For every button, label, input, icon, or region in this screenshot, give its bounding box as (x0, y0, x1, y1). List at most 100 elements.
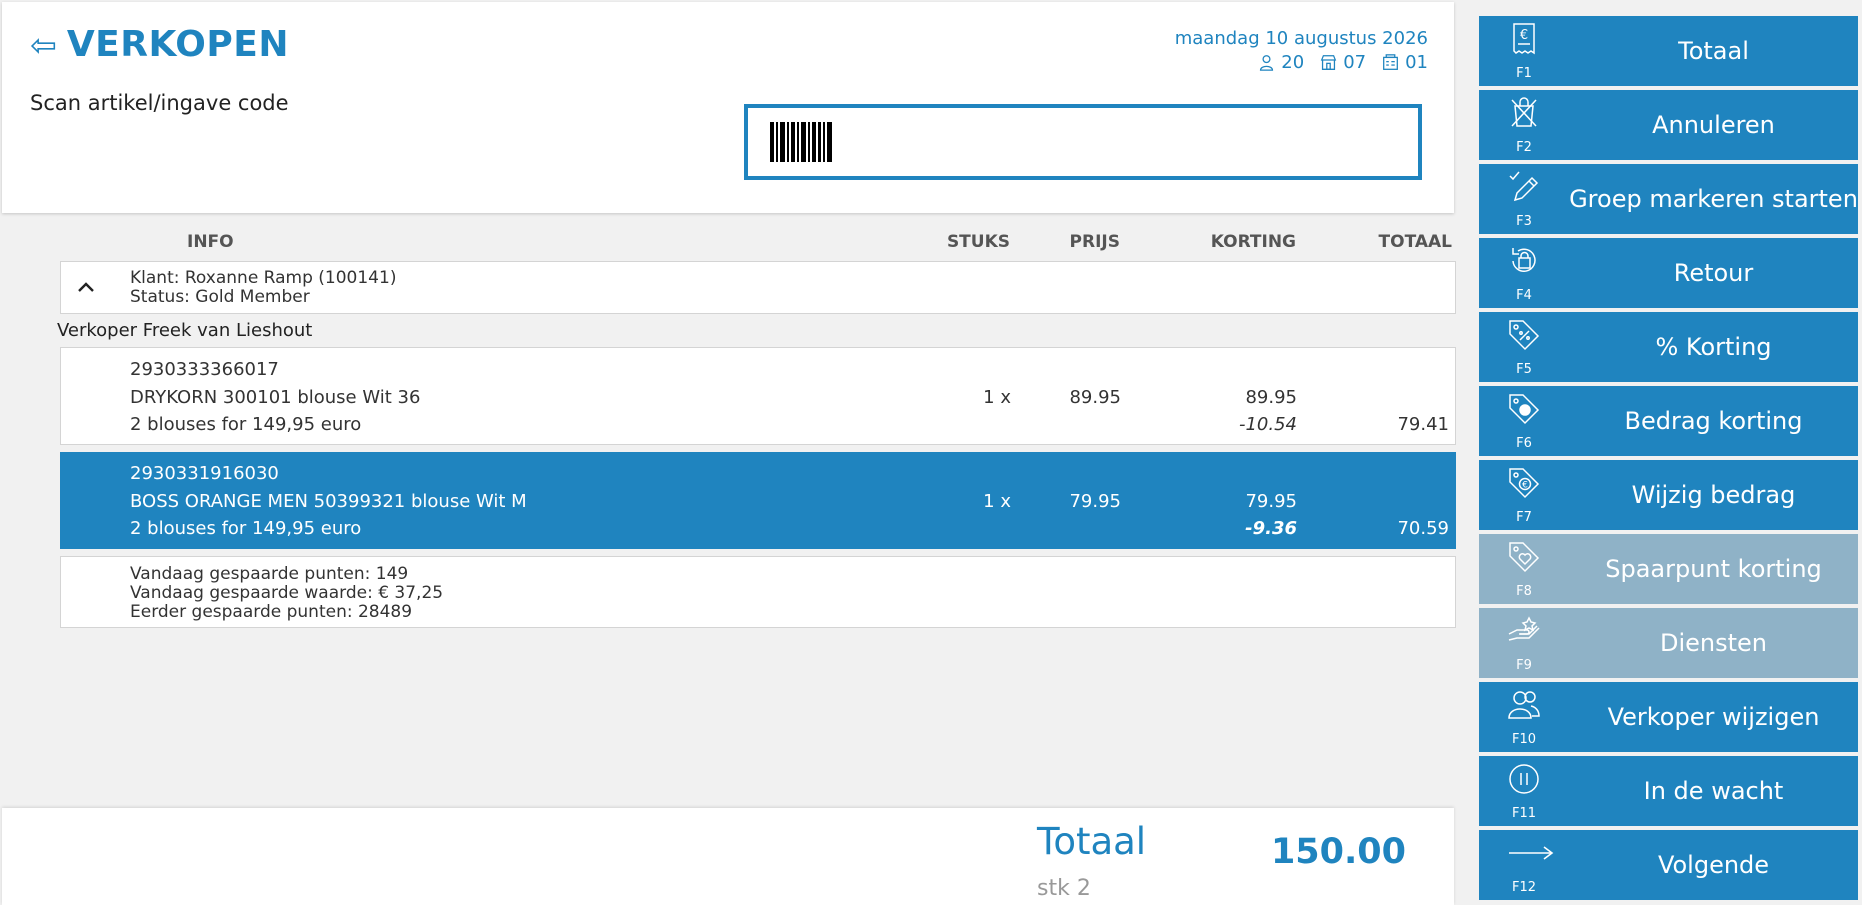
fkey-code: F2 (1516, 140, 1532, 155)
fkey-label: Volgende (1657, 851, 1770, 879)
item-price: 79.95 (1069, 491, 1121, 512)
verkoper-wijzigen-button[interactable]: F10 Verkoper wijzigen (1479, 682, 1858, 752)
fkey-label: Spaarpunt korting (1605, 555, 1822, 583)
item-count: stk 2 (1037, 876, 1091, 901)
col-korting: KORTING (1210, 232, 1296, 252)
scan-label: Scan artikel/ingave code (30, 91, 289, 115)
volgende-button[interactable]: F12 Volgende (1479, 830, 1858, 900)
annuleren-button[interactable]: F2 Annuleren (1479, 90, 1858, 160)
col-info: INFO (187, 232, 234, 252)
spaarpunt-korting-button[interactable]: F8 Spaarpunt korting (1479, 534, 1858, 604)
store-icon (1320, 55, 1337, 70)
fkey-code: F5 (1516, 362, 1532, 377)
fkey-code: F4 (1516, 288, 1532, 303)
cancel-bag-icon (1507, 96, 1541, 130)
pencil-check-icon (1507, 170, 1541, 204)
fkey-code: F6 (1516, 436, 1532, 451)
receipt-euro-icon: € (1507, 22, 1541, 56)
register-icon (1383, 54, 1399, 70)
item-discount-base: 79.95 (1245, 491, 1297, 512)
fkey-label: Diensten (1659, 629, 1767, 657)
user-info: 20 (1258, 52, 1304, 73)
fkey-label: Verkoper wijzigen (1607, 703, 1820, 731)
header-panel: ⇦ VERKOPEN Scan artikel/ingave code maan… (2, 2, 1454, 213)
user-code: 20 (1281, 52, 1305, 73)
tag-percent-icon (1507, 318, 1541, 352)
fkey-code: F7 (1516, 510, 1532, 525)
pause-icon (1507, 762, 1541, 796)
barcode-icon (770, 122, 832, 162)
item-price: 89.95 (1069, 387, 1121, 408)
table-row-selected[interactable]: 2930331916030 BOSS ORANGE MEN 50399321 b… (60, 452, 1456, 549)
item-code: 2930331916030 (130, 463, 279, 484)
user-icon (1260, 55, 1274, 71)
procent-korting-button[interactable]: F5 % Korting (1479, 312, 1858, 382)
item-discount: -9.36 (1245, 518, 1297, 539)
fkey-label: Bedrag korting (1624, 407, 1803, 435)
item-discount: -10.54 (1238, 414, 1297, 435)
item-promo: 2 blouses for 149,95 euro (130, 414, 362, 435)
totaal-button[interactable]: € F1 Totaal (1479, 16, 1858, 86)
item-total: 79.41 (1397, 414, 1449, 435)
tag-coin-icon (1507, 392, 1541, 426)
hand-service-icon (1507, 614, 1541, 648)
fkey-label: Annuleren (1652, 111, 1775, 139)
fkey-label: % Korting (1655, 333, 1772, 361)
function-keys: € F1 Totaal F2 Annuleren F3 Groep marker… (1479, 16, 1858, 904)
fkey-code: F10 (1511, 732, 1537, 747)
in-de-wacht-button[interactable]: F11 In de wacht (1479, 756, 1858, 826)
col-stuks: STUKS (946, 232, 1010, 252)
wijzig-bedrag-button[interactable]: € F7 Wijzig bedrag (1479, 460, 1858, 530)
fkey-code: F1 (1516, 66, 1532, 81)
today-value: Vandaag gespaarde waarde: € 37,25 (130, 583, 444, 603)
item-discount-base: 89.95 (1245, 387, 1297, 408)
fkey-label: Totaal (1678, 37, 1749, 65)
total-panel: Totaal 150.00 stk 2 (2, 808, 1454, 905)
fkey-code: F11 (1511, 806, 1537, 821)
page-title: ⇦ VERKOPEN (30, 24, 289, 65)
customer-row[interactable]: Klant: Roxanne Ramp (100141) Status: Gol… (60, 261, 1456, 314)
fkey-code: F3 (1516, 214, 1532, 229)
customer-name: Klant: Roxanne Ramp (100141) (130, 268, 397, 288)
item-total: 70.59 (1397, 518, 1449, 539)
tag-heart-icon (1507, 540, 1541, 574)
register-code: 01 (1405, 52, 1428, 73)
fkey-label: Retour (1673, 259, 1754, 287)
session-info: 20 07 01 (1258, 52, 1428, 73)
fkey-code: F12 (1511, 880, 1537, 895)
diensten-button[interactable]: F9 Diensten (1479, 608, 1858, 678)
retour-button[interactable]: F4 Retour (1479, 238, 1858, 308)
col-prijs: PRIJS (1069, 232, 1120, 252)
scan-field[interactable] (744, 104, 1422, 180)
points-row: Vandaag gespaarde punten: 149 Vandaag ge… (60, 556, 1456, 628)
scan-input[interactable] (846, 108, 1418, 176)
fkey-code: F9 (1516, 658, 1532, 673)
item-qty: 1 x (983, 491, 1011, 512)
return-bag-icon (1507, 244, 1541, 278)
bedrag-korting-button[interactable]: F6 Bedrag korting (1479, 386, 1858, 456)
total-value: 150.00 (1270, 832, 1406, 872)
col-totaal: TOTAAL (1378, 232, 1452, 252)
date-label: maandag 10 augustus 2026 (1174, 28, 1428, 49)
fkey-label: Wijzig bedrag (1631, 481, 1796, 509)
groep-markeren-button[interactable]: F3 Groep markeren starten (1479, 164, 1858, 234)
seller-label: Verkoper Freek van Lieshout (57, 320, 313, 341)
store-code: 07 (1343, 52, 1367, 73)
today-points: Vandaag gespaarde punten: 149 (130, 564, 409, 584)
back-arrow-icon[interactable]: ⇦ (30, 29, 57, 61)
svg-text:€: € (1522, 481, 1528, 491)
fkey-code: F8 (1516, 584, 1532, 599)
item-description: DRYKORN 300101 blouse Wit 36 (130, 387, 421, 408)
page-title-text: VERKOPEN (66, 24, 289, 65)
customer-status: Status: Gold Member (130, 287, 310, 307)
item-code: 2930333366017 (130, 359, 279, 380)
earlier-points: Eerder gespaarde punten: 28489 (130, 602, 413, 622)
chevron-up-icon[interactable] (73, 274, 99, 300)
table-row[interactable]: 2930333366017 DRYKORN 300101 blouse Wit … (60, 347, 1456, 445)
users-icon (1507, 688, 1541, 722)
item-promo: 2 blouses for 149,95 euro (130, 518, 362, 539)
total-label: Totaal (1037, 820, 1147, 863)
item-description: BOSS ORANGE MEN 50399321 blouse Wit M (130, 491, 527, 512)
arrow-right-icon (1507, 836, 1555, 870)
tag-euro-icon: € (1507, 466, 1541, 500)
